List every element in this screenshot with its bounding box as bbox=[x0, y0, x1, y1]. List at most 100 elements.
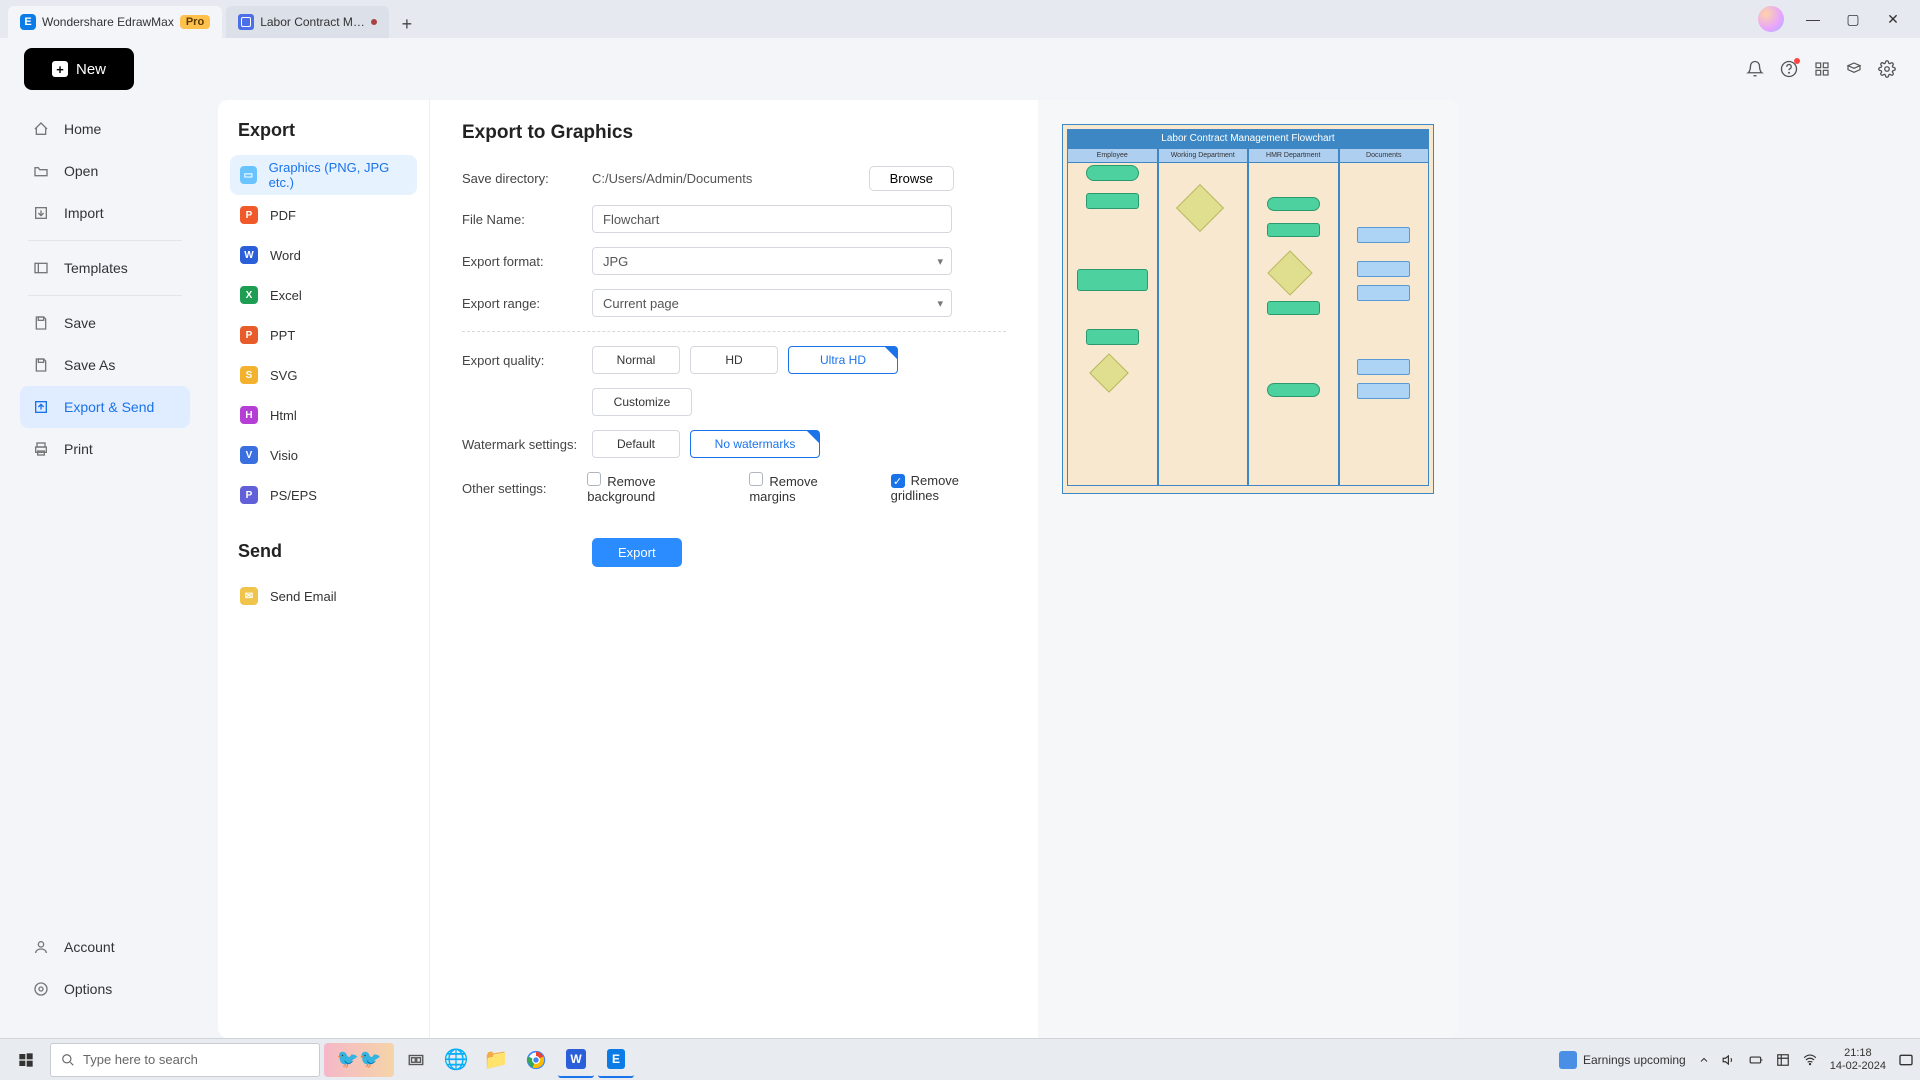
folder-open-icon bbox=[32, 163, 50, 179]
preview-thumbnail: Labor Contract Management Flowchart Empl… bbox=[1062, 124, 1434, 494]
nav-print[interactable]: Print bbox=[20, 428, 190, 470]
ppt-icon: P bbox=[240, 326, 258, 344]
format-svg[interactable]: S SVG bbox=[230, 355, 417, 395]
tray-battery-icon[interactable] bbox=[1748, 1053, 1764, 1067]
nav-options[interactable]: Options bbox=[20, 968, 190, 1010]
app-tab[interactable]: E Wondershare EdrawMax Pro bbox=[8, 6, 222, 38]
export-range-select[interactable]: Current page bbox=[592, 289, 952, 317]
remove-margins-checkbox[interactable]: Remove margins bbox=[749, 472, 862, 504]
format-word[interactable]: W Word bbox=[230, 235, 417, 275]
help-icon[interactable] bbox=[1780, 60, 1798, 78]
taskbar-search[interactable]: Type here to search bbox=[50, 1043, 320, 1077]
nav-account[interactable]: Account bbox=[20, 926, 190, 968]
save-dir-value: C:/Users/Admin/Documents bbox=[592, 171, 752, 186]
pro-badge: Pro bbox=[180, 15, 210, 29]
other-settings-label: Other settings: bbox=[462, 481, 587, 496]
pdf-icon: P bbox=[240, 206, 258, 224]
tray-language-icon[interactable] bbox=[1776, 1053, 1790, 1067]
quality-ultra-hd[interactable]: Ultra HD bbox=[788, 346, 898, 374]
notification-dot-icon bbox=[1794, 58, 1800, 64]
templates-icon bbox=[32, 260, 50, 276]
task-view-button[interactable] bbox=[398, 1042, 434, 1078]
nav-export-send[interactable]: Export & Send bbox=[20, 386, 190, 428]
theme-icon[interactable] bbox=[1846, 61, 1862, 77]
taskbar-edrawmax[interactable]: E bbox=[598, 1042, 634, 1078]
watermark-label: Watermark settings: bbox=[462, 437, 592, 452]
remove-bg-checkbox[interactable]: Remove background bbox=[587, 472, 721, 504]
tray-wifi-icon[interactable] bbox=[1802, 1053, 1818, 1067]
format-pdf[interactable]: P PDF bbox=[230, 195, 417, 235]
bell-icon[interactable] bbox=[1746, 60, 1764, 78]
export-settings: Export to Graphics Save directory: C:/Us… bbox=[430, 100, 1038, 1038]
edrawmax-icon: E bbox=[20, 14, 36, 30]
email-icon: ✉ bbox=[240, 587, 258, 605]
quality-hd[interactable]: HD bbox=[690, 346, 778, 374]
remove-gridlines-checkbox[interactable]: Remove gridlines bbox=[891, 473, 1006, 504]
format-visio[interactable]: V Visio bbox=[230, 435, 417, 475]
export-range-label: Export range: bbox=[462, 296, 592, 311]
account-icon bbox=[32, 939, 50, 955]
save-dir-label: Save directory: bbox=[462, 171, 592, 186]
watermark-default[interactable]: Default bbox=[592, 430, 680, 458]
tray-notifications-icon[interactable] bbox=[1898, 1052, 1914, 1068]
document-tab[interactable]: Labor Contract M… bbox=[226, 6, 389, 38]
browse-button[interactable]: Browse bbox=[869, 166, 954, 191]
close-button[interactable]: ✕ bbox=[1874, 5, 1912, 33]
app-name: Wondershare EdrawMax bbox=[42, 15, 174, 29]
new-label: New bbox=[76, 61, 106, 78]
export-button[interactable]: Export bbox=[592, 538, 682, 567]
maximize-button[interactable]: ▢ bbox=[1834, 5, 1872, 33]
visio-icon: V bbox=[240, 446, 258, 464]
export-icon bbox=[32, 399, 50, 415]
file-name-label: File Name: bbox=[462, 212, 592, 227]
taskbar-edge[interactable]: 🌐 bbox=[438, 1042, 474, 1078]
nav-home[interactable]: Home bbox=[20, 108, 190, 150]
format-pseps[interactable]: P PS/EPS bbox=[230, 475, 417, 515]
plus-icon: + bbox=[52, 61, 68, 77]
gear-icon[interactable] bbox=[1878, 60, 1896, 78]
export-heading: Export bbox=[238, 120, 409, 141]
new-button[interactable]: + New bbox=[24, 48, 134, 90]
user-avatar[interactable] bbox=[1758, 6, 1784, 32]
add-tab-button[interactable]: + bbox=[393, 10, 421, 38]
taskbar-word[interactable]: W bbox=[558, 1042, 594, 1078]
apps-icon[interactable] bbox=[1814, 61, 1830, 77]
quality-customize[interactable]: Customize bbox=[592, 388, 692, 416]
nav-open[interactable]: Open bbox=[20, 150, 190, 192]
format-graphics[interactable]: ▭ Graphics (PNG, JPG etc.) bbox=[230, 155, 417, 195]
quality-label: Export quality: bbox=[462, 353, 592, 368]
nav-save[interactable]: Save bbox=[20, 302, 190, 344]
format-excel[interactable]: X Excel bbox=[230, 275, 417, 315]
save-as-icon bbox=[32, 357, 50, 373]
quality-normal[interactable]: Normal bbox=[592, 346, 680, 374]
send-email[interactable]: ✉ Send Email bbox=[230, 576, 417, 616]
nav-templates[interactable]: Templates bbox=[20, 247, 190, 289]
nav-save-as[interactable]: Save As bbox=[20, 344, 190, 386]
widgets-button[interactable]: 🐦🐦 bbox=[324, 1043, 394, 1077]
doc-tab-label: Labor Contract M… bbox=[260, 15, 365, 29]
pseps-icon: P bbox=[240, 486, 258, 504]
watermark-none[interactable]: No watermarks bbox=[690, 430, 820, 458]
nav-divider bbox=[28, 240, 182, 241]
taskbar-chrome[interactable] bbox=[518, 1042, 554, 1078]
titlebar: E Wondershare EdrawMax Pro Labor Contrac… bbox=[0, 0, 1920, 38]
taskbar-explorer[interactable]: 📁 bbox=[478, 1042, 514, 1078]
format-ppt[interactable]: P PPT bbox=[230, 315, 417, 355]
file-name-input[interactable]: Flowchart bbox=[592, 205, 952, 233]
format-html[interactable]: H Html bbox=[230, 395, 417, 435]
document-icon bbox=[238, 14, 254, 30]
nav-import[interactable]: Import bbox=[20, 192, 190, 234]
earnings-widget[interactable]: Earnings upcoming bbox=[1559, 1051, 1686, 1069]
sidebar: Home Open Import Templates Save bbox=[0, 100, 210, 1038]
tray-chevron-icon[interactable] bbox=[1698, 1054, 1710, 1066]
tray-volume-icon[interactable] bbox=[1722, 1053, 1736, 1067]
html-icon: H bbox=[240, 406, 258, 424]
start-button[interactable] bbox=[6, 1042, 46, 1078]
save-icon bbox=[32, 315, 50, 331]
preview-area: Labor Contract Management Flowchart Empl… bbox=[1038, 100, 1458, 1038]
tray-clock[interactable]: 21:18 14-02-2024 bbox=[1830, 1047, 1886, 1073]
export-format-label: Export format: bbox=[462, 254, 592, 269]
export-format-select[interactable]: JPG bbox=[592, 247, 952, 275]
preview-title: Labor Contract Management Flowchart bbox=[1067, 129, 1429, 148]
minimize-button[interactable]: — bbox=[1794, 5, 1832, 33]
